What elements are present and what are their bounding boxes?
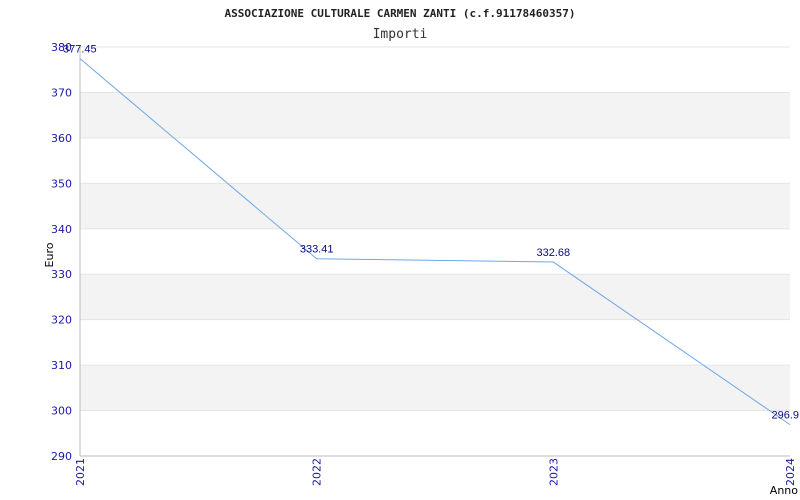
chart-subtitle: Importi (373, 27, 428, 42)
y-tick-label: 290 (51, 450, 72, 463)
x-tick-label: 2024 (784, 458, 797, 486)
y-tick-label: 370 (51, 86, 72, 99)
data-label: 296.9 (771, 410, 799, 422)
data-label: 333.41 (300, 244, 334, 256)
y-tick-label: 340 (51, 223, 72, 236)
x-tick-labels: 2021 2022 2023 2024 (74, 458, 797, 486)
data-label: 377.45 (63, 44, 97, 56)
x-tick-label: 2023 (547, 458, 560, 486)
x-tick-label: 2022 (311, 458, 324, 486)
y-tick-label: 330 (51, 268, 72, 281)
y-axis-label: Euro (43, 242, 56, 267)
x-tick-label: 2021 (74, 458, 87, 486)
line-chart: ASSOCIAZIONE CULTURALE CARMEN ZANTI (c.f… (43, 7, 799, 497)
y-tick-label: 360 (51, 132, 72, 145)
y-tick-label: 320 (51, 314, 72, 327)
y-tick-label: 300 (51, 405, 72, 418)
grid-band (80, 92, 790, 138)
data-label: 332.68 (537, 247, 571, 259)
grid-band (80, 183, 790, 229)
grid-bands (80, 92, 790, 411)
x-axis-label: Anno (770, 484, 798, 497)
grid-band (80, 365, 790, 411)
grid-band (80, 274, 790, 320)
chart-title: ASSOCIAZIONE CULTURALE CARMEN ZANTI (c.f… (225, 7, 576, 20)
y-tick-label: 350 (51, 177, 72, 190)
y-tick-label: 310 (51, 359, 72, 372)
